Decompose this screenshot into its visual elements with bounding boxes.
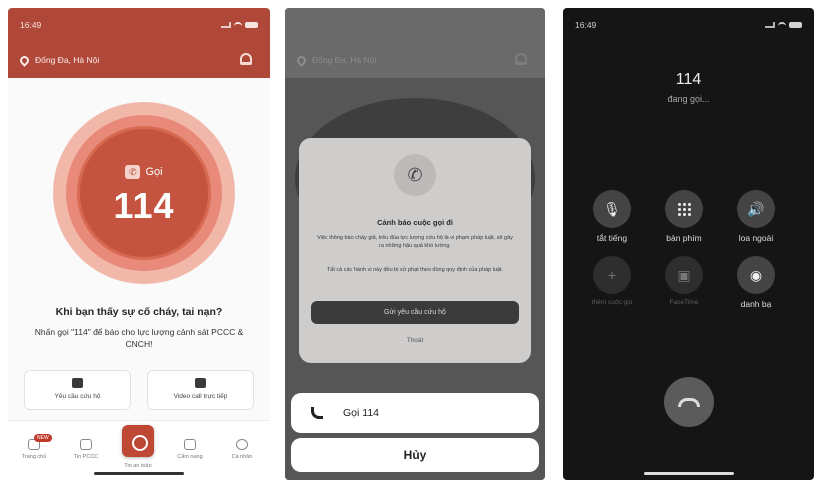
video-call-icon [195, 378, 206, 388]
rescue-request-label: Yêu cầu cứu hộ [54, 393, 101, 400]
notification-bell-icon [515, 53, 527, 65]
home-body: ✆ Gọi 114 Khi bạn thấy sự cố cháy, tai n… [8, 78, 270, 480]
battery-icon [245, 22, 258, 28]
call-status: đang gọi... [667, 94, 710, 104]
phone-icon [311, 407, 323, 419]
keypad-label: bàn phím [666, 233, 702, 243]
tab-news-label: Tin PCCC [73, 454, 99, 460]
keypad-icon [677, 202, 691, 216]
call-114-label: Gọi 114 [343, 407, 379, 419]
home-indicator [94, 472, 184, 475]
tab-safety-label: Tin an toàn [124, 463, 152, 469]
status-icons [221, 22, 258, 28]
wifi-icon [778, 22, 786, 28]
signal-icon [765, 22, 775, 28]
call-number: 114 [113, 185, 175, 226]
mute-icon: 🎙 [603, 200, 621, 217]
mute-button[interactable]: 🎙 [593, 190, 631, 228]
contacts-label: danh bạ [740, 299, 772, 309]
wifi-icon [234, 22, 242, 28]
battery-icon [789, 22, 802, 28]
speaker-label: loa ngoài [738, 233, 774, 243]
rescue-icon [72, 378, 83, 388]
tab-profile-label: Cá nhân [231, 454, 253, 460]
dialog-penalty-text: Tất cả các hành vi này đều bị xử phạt th… [326, 267, 504, 273]
status-bar: 16:49 [20, 19, 258, 31]
video-call-label: Video call trực tiếp [173, 393, 228, 400]
tab-home[interactable]: NEW Trang chủ [10, 434, 58, 460]
location-label: Đống Đa, Hà Nội [312, 55, 377, 65]
call-label-row: ✆ Gọi [80, 165, 208, 179]
call-114-option[interactable]: Gọi 114 [291, 393, 539, 433]
profile-icon [236, 439, 248, 450]
bottom-tab-bar: NEW Trang chủ Tin PCCC Tin an toàn Cẩm n… [8, 420, 270, 480]
facetime-icon: ▣ [677, 266, 691, 283]
dialog-title: Cảnh báo cuộc gọi đi [377, 218, 453, 227]
shield-icon[interactable] [122, 425, 154, 457]
tab-profile[interactable]: Cá nhân [218, 439, 266, 460]
call-number: 114 [675, 71, 702, 88]
add-call-icon: + [607, 267, 617, 283]
video-call-card[interactable]: Video call trực tiếp [147, 370, 254, 410]
call-114-button[interactable]: ✆ Gọi 114 [80, 129, 208, 257]
status-bar: 16:49 [575, 19, 802, 31]
call-warning-screen: Đống Đa, Hà Nội ✆ Cảnh báo cuộc gọi đi V… [285, 8, 545, 480]
add-call-button[interactable]: + [593, 256, 631, 294]
home-indicator [643, 472, 734, 475]
speaker-button[interactable]: 🔊 [737, 190, 775, 228]
speaker-icon: 🔊 [747, 200, 765, 217]
prompt-subtitle: Nhấn gọi "114" để báo cho lực lượng cảnh… [34, 327, 244, 349]
location-selector[interactable]: Đống Đa, Hà Nội [18, 53, 100, 67]
app-header-dimmed: Đống Đa, Hà Nội [285, 8, 545, 78]
app-header: 16:49 Đống Đa, Hà Nội [8, 8, 270, 78]
tab-news[interactable]: Tin PCCC [62, 439, 110, 460]
location-pin-icon [18, 53, 31, 67]
tab-home-label: Trang chủ [21, 454, 47, 460]
facetime-label: FaceTime [669, 299, 699, 306]
location-label: Đống Đa, Hà Nội [35, 55, 100, 65]
signal-icon [221, 22, 231, 28]
in-call-screen: 16:49 114 đang gọi... 🎙 tắt tiếng bàn ph… [563, 8, 814, 480]
mute-label: tắt tiếng [596, 233, 628, 243]
new-badge: NEW [34, 434, 52, 442]
tools-icon [184, 439, 196, 450]
add-call-label: thêm cuộc gọi [591, 299, 633, 306]
dialog-warning-text: Việc thông báo cháy giả, trêu đùa lực lư… [317, 235, 513, 249]
warning-dialog: ✆ Cảnh báo cuộc gọi đi Việc thông báo ch… [299, 138, 531, 363]
keypad-button[interactable] [665, 190, 703, 228]
status-icons [765, 22, 802, 28]
contacts-icon: ◉ [749, 266, 763, 283]
rescue-request-card[interactable]: Yêu cầu cứu hộ [24, 370, 131, 410]
outgoing-call-icon: ✆ [394, 154, 436, 196]
prompt-title: Khi bạn thấy sự cố cháy, tai nạn? [55, 306, 223, 318]
tab-handbook[interactable]: Cẩm nang [166, 439, 214, 460]
exit-button[interactable]: Thoát [299, 337, 531, 344]
facetime-button[interactable]: ▣ [665, 256, 703, 294]
cancel-button[interactable]: Hủy [291, 438, 539, 472]
tab-handbook-label: Cẩm nang [177, 454, 203, 460]
status-time: 16:49 [20, 20, 42, 30]
hang-up-icon [678, 397, 700, 407]
call-label: Gọi [145, 166, 163, 178]
contacts-button[interactable]: ◉ [737, 256, 775, 294]
phone-icon: ✆ [125, 165, 141, 179]
home-screen: 16:49 Đống Đa, Hà Nội ✆ Gọi 114 Khi bạn … [8, 8, 270, 480]
news-icon [80, 439, 92, 450]
status-time: 16:49 [575, 20, 597, 30]
notification-bell-icon[interactable] [240, 53, 252, 65]
location-selector: Đống Đa, Hà Nội [295, 53, 377, 67]
end-call-button[interactable] [664, 377, 714, 427]
location-pin-icon [295, 53, 308, 67]
send-rescue-request-button[interactable]: Gửi yêu cầu cứu hộ [311, 301, 519, 324]
